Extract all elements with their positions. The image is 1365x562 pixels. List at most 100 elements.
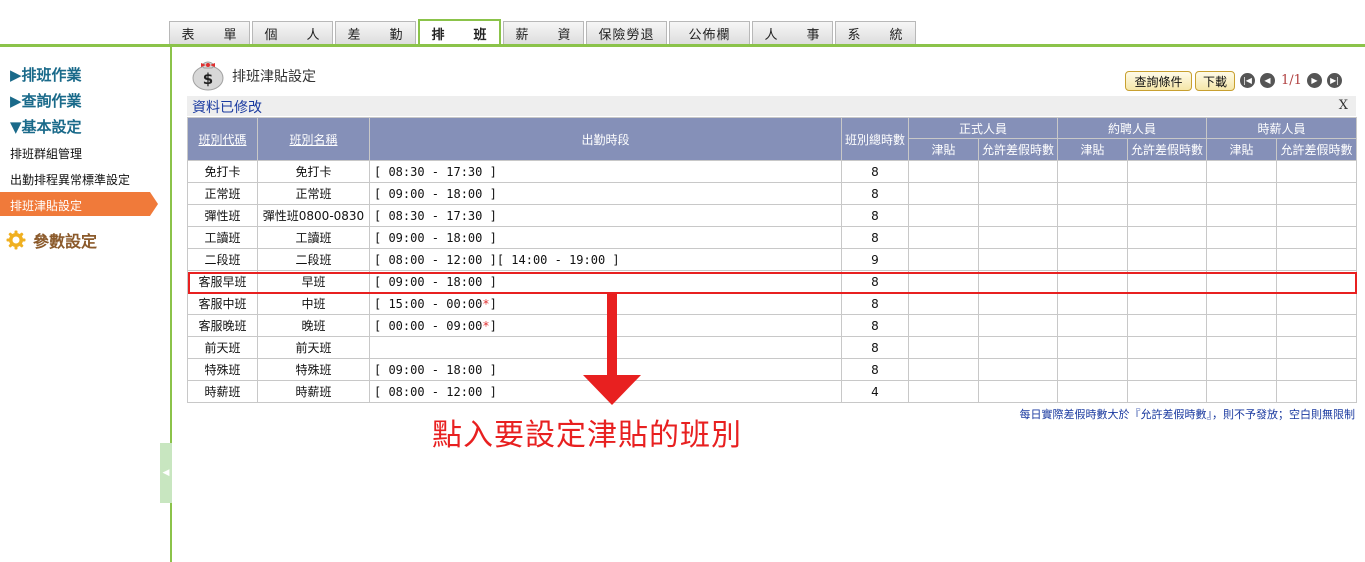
sidebar-item-exception-standard[interactable]: 出勤排程異常標準設定 xyxy=(10,171,130,188)
table-row[interactable]: 時薪班 時薪班[ 08:00 - 12:00 ] 4 xyxy=(187,380,1358,403)
cell-empty xyxy=(1206,226,1278,249)
cell-empty xyxy=(1127,314,1208,337)
col-header-code[interactable]: 班別代碼 xyxy=(187,117,258,161)
cell-empty xyxy=(1127,270,1208,293)
shift-code: 工讀班 xyxy=(187,226,258,249)
cell-empty xyxy=(977,336,1059,359)
shift-name: 工讀班 xyxy=(257,226,370,249)
tab-system[interactable]: 系 統 xyxy=(835,21,916,45)
tab-forms[interactable]: 表 單 xyxy=(169,21,250,45)
tab-attendance[interactable]: 差 勤 xyxy=(335,21,416,45)
cell-empty xyxy=(1057,336,1129,359)
cell-empty xyxy=(908,182,979,205)
cell-empty xyxy=(1206,292,1278,315)
cell-empty xyxy=(1206,182,1278,205)
cell-empty xyxy=(908,292,979,315)
cell-empty xyxy=(1276,380,1358,403)
sidebar-collapse-handle[interactable]: ◀ xyxy=(160,443,172,503)
main-tabs: 表 單 個 人 差 勤 排 班 薪 資 保險勞退 公佈欄 人 事 系 統 xyxy=(169,19,916,46)
message-close-button[interactable]: X xyxy=(1339,98,1348,113)
top-divider xyxy=(0,44,1365,47)
page-info: 1/1 xyxy=(1281,73,1302,88)
cell-empty xyxy=(977,358,1059,381)
col-header-allowed-leave: 允許差假時數 xyxy=(977,138,1059,161)
tab-scheduling[interactable]: 排 班 xyxy=(418,19,501,46)
footnote: 每日實際差假時數大於『允許差假時數』，則不予發放；空白則無限制 xyxy=(1019,408,1356,421)
page-title: 排班津貼設定 xyxy=(232,69,316,85)
cell-empty xyxy=(1276,160,1358,183)
shift-name: 正常班 xyxy=(257,182,370,205)
cell-empty xyxy=(1276,270,1358,293)
table-row[interactable]: 免打卡 免打卡[ 08:30 - 17:30 ] 8 xyxy=(187,160,1358,183)
table-row[interactable]: 彈性班 彈性班0800-0830[ 08:30 - 17:30 ] 8 xyxy=(187,204,1358,227)
cell-empty xyxy=(1057,314,1129,337)
col-header-total-hours: 班別總時數 xyxy=(841,117,909,161)
col-header-name[interactable]: 班別名稱 xyxy=(257,117,370,161)
tab-salary[interactable]: 薪 資 xyxy=(503,21,584,45)
table-row[interactable]: 前天班 前天班 8 xyxy=(187,336,1358,359)
shift-code: 二段班 xyxy=(187,248,258,271)
tab-personal[interactable]: 個 人 xyxy=(252,21,333,45)
cell-empty xyxy=(908,248,979,271)
first-page-icon[interactable]: |◀ xyxy=(1240,73,1255,88)
cell-empty xyxy=(1057,292,1129,315)
last-page-icon[interactable]: ▶| xyxy=(1327,73,1342,88)
cell-empty xyxy=(1206,270,1278,293)
cell-empty xyxy=(977,182,1059,205)
table-row[interactable]: 工讀班 工讀班[ 09:00 - 18:00 ] 8 xyxy=(187,226,1358,249)
shift-hours: 8 xyxy=(841,226,909,249)
gear-icon xyxy=(6,230,26,250)
col-group-hourly: 時薪人員 xyxy=(1206,117,1358,139)
shift-period: [ 09:00 - 18:00 ] xyxy=(369,226,842,249)
sidebar-item-allowance-settings[interactable]: 排班津貼設定 xyxy=(0,192,158,216)
tab-bulletin[interactable]: 公佈欄 xyxy=(669,21,750,45)
cell-empty xyxy=(1206,248,1278,271)
table-row[interactable]: 客服中班 中班[ 15:00 - 00:00*] 8 xyxy=(187,292,1358,315)
tab-hr[interactable]: 人 事 xyxy=(752,21,833,45)
sidebar-item-group-management[interactable]: 排班群組管理 xyxy=(10,145,82,162)
sidebar-section-scheduling[interactable]: ▶排班作業 xyxy=(10,64,82,85)
col-header-allowance: 津貼 xyxy=(908,138,979,161)
shift-code: 特殊班 xyxy=(187,358,258,381)
tab-insurance[interactable]: 保險勞退 xyxy=(586,21,667,45)
shift-name: 時薪班 xyxy=(257,380,370,403)
shift-hours: 8 xyxy=(841,160,909,183)
cell-empty xyxy=(1127,248,1208,271)
shift-period: [ 09:00 - 18:00 ] xyxy=(369,270,842,293)
table-row-selected[interactable]: 客服早班 早班[ 09:00 - 18:00 ] 8 xyxy=(187,270,1358,293)
sidebar-section-basic-settings[interactable]: ▼基本設定 xyxy=(10,116,82,137)
sidebar-section-query[interactable]: ▶查詢作業 xyxy=(10,90,82,111)
cell-empty xyxy=(977,226,1059,249)
next-page-icon[interactable]: ▶ xyxy=(1307,73,1322,88)
shift-code: 時薪班 xyxy=(187,380,258,403)
cell-empty xyxy=(908,380,979,403)
cell-empty xyxy=(1206,380,1278,403)
cell-empty xyxy=(1276,226,1358,249)
cell-empty xyxy=(1276,358,1358,381)
cell-empty xyxy=(1127,182,1208,205)
shift-name: 前天班 xyxy=(257,336,370,359)
shift-code: 彈性班 xyxy=(187,204,258,227)
table-row[interactable]: 二段班 二段班[ 08:00 - 12:00 ][ 14:00 - 19:00 ]… xyxy=(187,248,1358,271)
shift-code: 正常班 xyxy=(187,182,258,205)
shift-hours: 9 xyxy=(841,248,909,271)
sidebar: ▶排班作業 ▶查詢作業 ▼基本設定 排班群組管理 出勤排程異常標準設定 排班津貼… xyxy=(0,47,172,562)
sidebar-param-settings[interactable]: 參數設定 xyxy=(33,228,97,252)
download-button[interactable]: 下載 xyxy=(1195,71,1235,91)
table-row[interactable]: 正常班 正常班[ 09:00 - 18:00 ] 8 xyxy=(187,182,1358,205)
cell-empty xyxy=(1127,336,1208,359)
shift-period: [ 08:00 - 12:00 ][ 14:00 - 19:00 ] xyxy=(369,248,842,271)
table-row[interactable]: 客服晚班 晚班[ 00:00 - 09:00*] 8 xyxy=(187,314,1358,337)
cell-empty xyxy=(1057,380,1129,403)
shift-hours: 8 xyxy=(841,270,909,293)
table-row[interactable]: 特殊班 特殊班[ 09:00 - 18:00 ] 8 xyxy=(187,358,1358,381)
shift-code: 免打卡 xyxy=(187,160,258,183)
prev-page-icon[interactable]: ◀ xyxy=(1260,73,1275,88)
cell-empty xyxy=(1057,160,1129,183)
query-conditions-button[interactable]: 查詢條件 xyxy=(1125,71,1192,91)
cell-empty xyxy=(1206,160,1278,183)
shift-hours: 8 xyxy=(841,182,909,205)
cell-empty xyxy=(908,358,979,381)
col-header-allowance: 津貼 xyxy=(1057,138,1129,161)
cell-empty xyxy=(1127,380,1208,403)
